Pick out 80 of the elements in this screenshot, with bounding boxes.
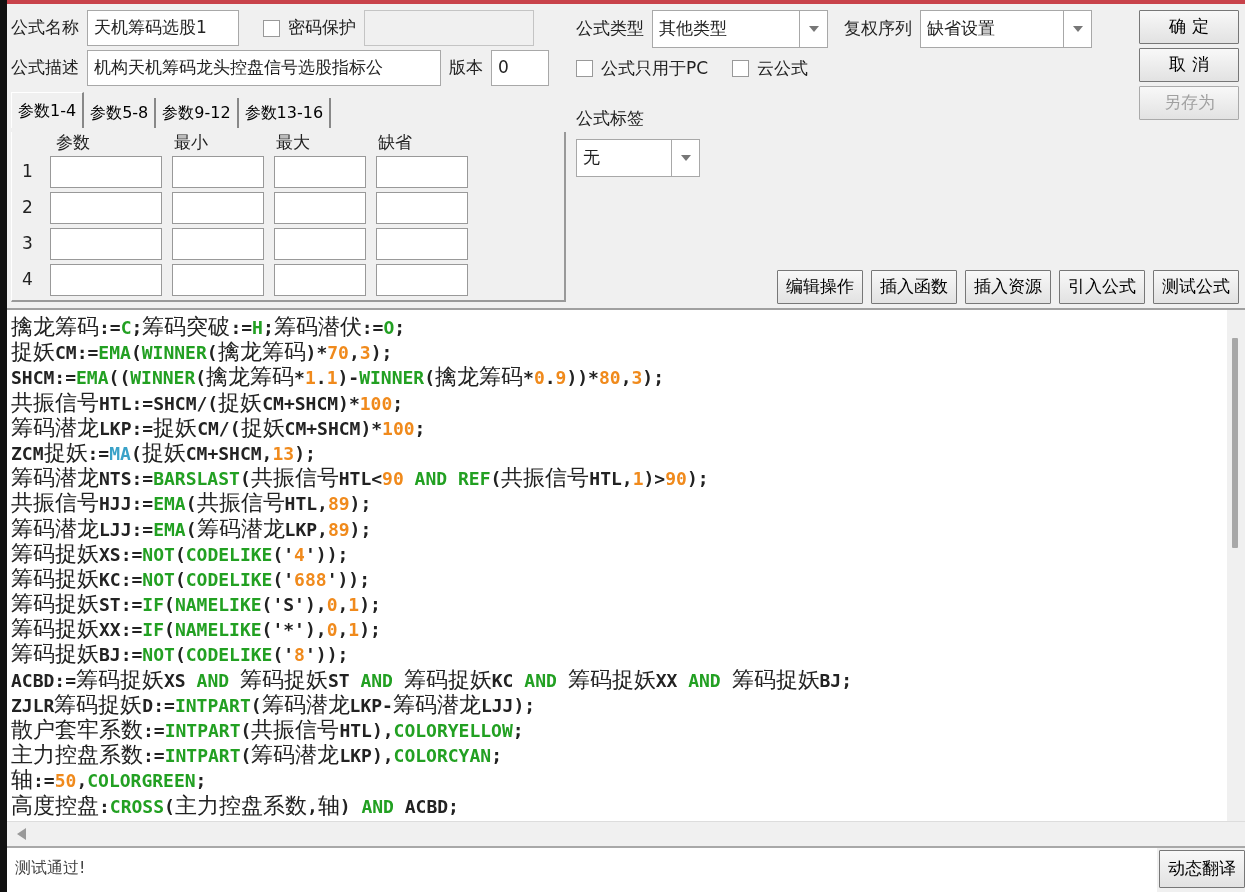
param-input[interactable]: [172, 264, 264, 296]
param-input[interactable]: [274, 228, 366, 260]
row-number: 2: [22, 196, 34, 220]
button[interactable]: 插入资源: [965, 270, 1051, 304]
checkbox-label: 云公式: [757, 57, 809, 80]
row-number: 1: [22, 160, 34, 184]
button[interactable]: 取 消: [1139, 48, 1239, 82]
checkbox-label: 密码保护: [288, 16, 356, 40]
dropdown[interactable]: 其他类型: [652, 10, 828, 48]
input-field[interactable]: 天机筹码选股1: [87, 10, 239, 46]
row-number: 4: [22, 268, 34, 292]
caret-icon: [1072, 26, 1083, 32]
column-header: 参数: [55, 132, 91, 152]
code-line: ZCM捉妖:=MA(捉妖CM+SHCM,13);: [11, 439, 316, 466]
param-input[interactable]: [172, 228, 264, 260]
vertical-scrollbar[interactable]: [1227, 310, 1245, 821]
code-line: 共振信号HJJ:=EMA(共振信号HTL,89);: [11, 490, 372, 516]
code-line: 筹码捉妖KC:=NOT(CODELIKE('688'));: [11, 565, 370, 592]
code-editor[interactable]: [7, 308, 1245, 821]
button[interactable]: 插入函数: [871, 270, 957, 304]
dropdown[interactable]: 无: [576, 139, 700, 177]
checkbox[interactable]: [732, 60, 750, 78]
param-input[interactable]: [172, 192, 264, 224]
column-header: 最小: [173, 132, 209, 152]
param-input[interactable]: [50, 156, 162, 188]
code-line: 筹码潜龙LKP:=捉妖CM/(捉妖CM+SHCM)*100;: [11, 414, 426, 440]
code-line: ZJLR筹码捉妖D:=INTPART(筹码潜龙LKP-筹码潜龙LJJ);: [11, 691, 536, 717]
code-line: 筹码捉妖XS:=NOT(CODELIKE('4'));: [11, 540, 349, 566]
param-input[interactable]: [274, 264, 366, 296]
param-input[interactable]: [50, 192, 162, 224]
param-input[interactable]: [376, 192, 468, 224]
checkbox[interactable]: [263, 19, 280, 37]
code-line: 筹码潜龙NTS:=BARSLAST(共振信号HTL<90 AND REF(共振信号HTL,1)>90);: [11, 465, 709, 491]
code-line: 筹码捉妖BJ:=NOT(CODELIKE('8'));: [11, 641, 349, 667]
dropdown[interactable]: 缺省设置: [920, 10, 1092, 48]
param-input[interactable]: [376, 264, 468, 296]
password-field[interactable]: [364, 10, 534, 46]
code-line: 擒龙筹码:=C;筹码突破:=H;筹码潜伏:=O;: [11, 314, 406, 340]
code-line: 主力控盘系数:=INTPART(筹码潜龙LKP),COLORCYAN;: [11, 742, 502, 768]
row-number: 3: [22, 232, 34, 256]
checkbox-label: 公式只用于PC: [601, 57, 709, 80]
code-line: 高度控盘:CROSS(主力控盘系数,轴) AND ACBD;: [11, 792, 459, 818]
button[interactable]: 确 定: [1139, 10, 1239, 44]
field-label: 公式描述: [11, 56, 79, 80]
code-line: 捉妖CM:=EMA(WINNER(擒龙筹码)*70,3);: [11, 339, 393, 365]
button[interactable]: 引入公式: [1059, 270, 1145, 304]
column-header: 最大: [275, 132, 311, 152]
field-label: 公式名称: [11, 16, 79, 40]
code-line: 筹码捉妖ST:=IF(NAMELIKE('S'),0,1);: [11, 591, 381, 617]
column-header: 缺省: [377, 132, 413, 152]
param-input[interactable]: [50, 228, 162, 260]
param-input[interactable]: [376, 156, 468, 188]
input-field[interactable]: 0: [491, 50, 549, 86]
code-line: ACBD:=筹码捉妖XS AND 筹码捉妖ST AND 筹码捉妖KC AND 筹码捉妖XX AND 筹码捉妖BJ;: [11, 666, 853, 692]
button[interactable]: 动态翻译: [1159, 850, 1245, 888]
code-line: SHCM:=EMA((WINNER(擒龙筹码*1.1)-WINNER(擒龙筹码*0.9))*80,3);: [11, 364, 664, 390]
code-line: 共振信号HTL:=SHCM/(捉妖CM+SHCM)*100;: [11, 389, 404, 415]
code-line: 筹码捉妖XX:=IF(NAMELIKE('*'),0,1);: [11, 616, 381, 642]
button[interactable]: 测试公式: [1153, 270, 1239, 304]
field-label: 版本: [449, 56, 483, 80]
param-input[interactable]: [274, 192, 366, 224]
caret-icon: [680, 155, 691, 161]
param-input[interactable]: [376, 228, 468, 260]
code-line: 散户套牢系数:=INTPART(共振信号HTL),COLORYELLOW;: [11, 717, 524, 743]
code-line: 筹码潜龙LJJ:=EMA(筹码潜龙LKP,89);: [11, 515, 372, 541]
horizontal-scrollbar[interactable]: [7, 821, 1245, 848]
status-field: 测试通过!: [7, 848, 1157, 892]
input-field[interactable]: 机构天机筹码龙头控盘信号选股指标公: [87, 50, 441, 86]
code-line: 轴:=50,COLORGREEN;: [11, 767, 207, 793]
field-label: 公式标签: [576, 106, 645, 130]
field-label: 复权序列: [844, 17, 912, 41]
param-input[interactable]: [50, 264, 162, 296]
checkbox[interactable]: [576, 60, 593, 78]
param-input[interactable]: [274, 156, 366, 188]
caret-icon: [808, 26, 819, 32]
param-input[interactable]: [172, 156, 264, 188]
button[interactable]: 编辑操作: [777, 270, 863, 304]
left-arrow-icon: [17, 828, 26, 840]
field-label: 公式类型: [576, 17, 644, 41]
tab[interactable]: 参数1-4: [11, 92, 85, 128]
